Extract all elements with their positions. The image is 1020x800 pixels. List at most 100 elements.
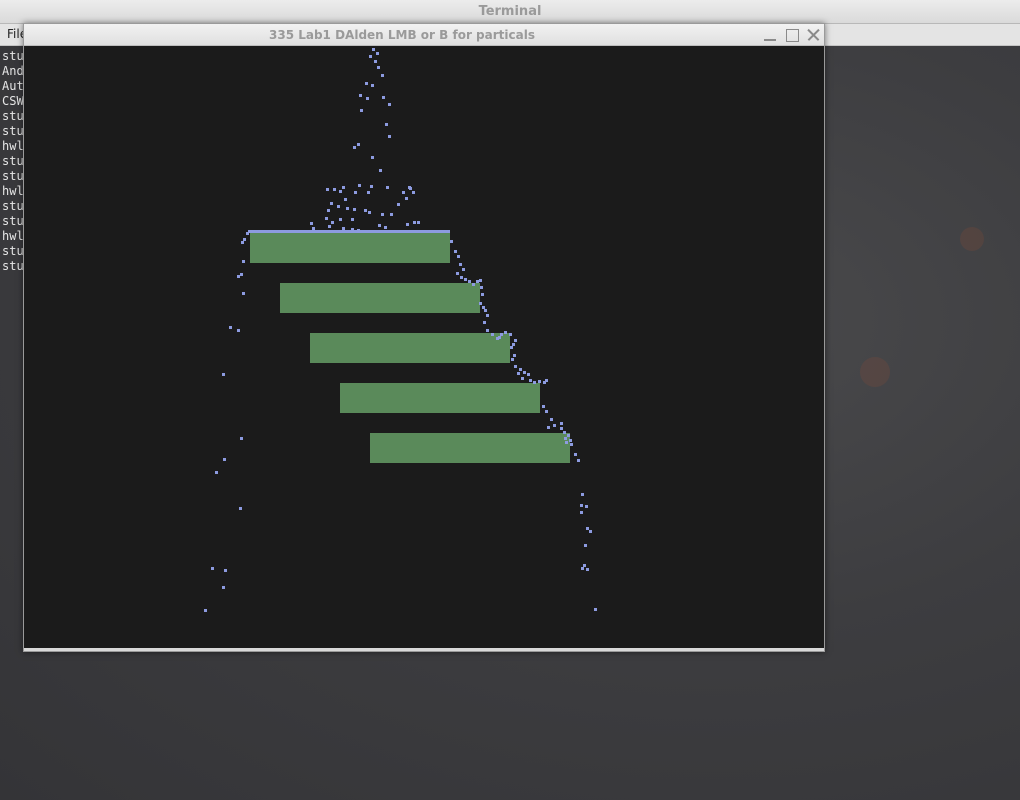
terminal-line: hwl [2, 139, 24, 153]
terminal-line: CSW [2, 94, 24, 108]
particle [381, 74, 384, 77]
particle [511, 358, 514, 361]
particle [513, 354, 516, 357]
particle [358, 184, 361, 187]
app-titlebar[interactable]: 335 Lab1 DAlden LMB or B for particals [24, 24, 824, 46]
particle [586, 568, 589, 571]
terminal-line: And [2, 64, 24, 78]
particle [215, 471, 218, 474]
terminal-line: stu [2, 109, 24, 123]
particle [331, 221, 334, 224]
particle [366, 97, 369, 100]
particle [409, 187, 412, 190]
particle [454, 250, 457, 253]
terminal-line: hwl [2, 229, 24, 243]
particle [514, 365, 517, 368]
particle [353, 208, 356, 211]
particle [581, 567, 584, 570]
particle [514, 339, 517, 342]
minimize-icon[interactable] [762, 27, 778, 43]
particle [450, 240, 453, 243]
particle [353, 146, 356, 149]
terminal-line: stu [2, 244, 24, 258]
maximize-icon[interactable] [784, 27, 800, 43]
particle [462, 268, 465, 271]
particle [229, 326, 232, 329]
particle [464, 278, 467, 281]
particle [378, 224, 381, 227]
particle [364, 209, 367, 212]
close-icon[interactable] [805, 27, 821, 43]
platform-block [310, 333, 510, 363]
particle [344, 198, 347, 201]
particle [581, 493, 584, 496]
particle [569, 439, 572, 442]
particle [351, 228, 354, 231]
terminal-line: stu [2, 49, 24, 63]
particle [369, 55, 372, 58]
particle [223, 458, 226, 461]
particle [330, 202, 333, 205]
particle [381, 213, 384, 216]
terminal-titlebar: Terminal [0, 0, 1020, 24]
particle [325, 217, 328, 220]
particle-canvas[interactable] [24, 46, 824, 649]
platform-block [250, 233, 450, 263]
particle [351, 218, 354, 221]
particle [542, 405, 545, 408]
particle [388, 103, 391, 106]
particle [483, 321, 486, 324]
particle [371, 156, 374, 159]
background-glow [960, 227, 984, 251]
particle [517, 372, 520, 375]
particle [388, 135, 391, 138]
particle [567, 434, 570, 437]
particle [239, 507, 242, 510]
particle [468, 280, 471, 283]
particle [342, 227, 345, 230]
particle [584, 544, 587, 547]
particle [346, 230, 349, 233]
platform-block [340, 383, 540, 413]
particle [457, 255, 460, 258]
platform-block [280, 283, 480, 313]
particle [498, 336, 501, 339]
particle [397, 203, 400, 206]
particle [312, 227, 315, 230]
particle [357, 229, 360, 232]
platform-block [370, 433, 570, 463]
particle [533, 381, 536, 384]
particle [384, 226, 387, 229]
particle [339, 190, 342, 193]
particle [377, 66, 380, 69]
particle-layer [248, 230, 450, 233]
particle [580, 511, 583, 514]
background-glow [860, 357, 890, 387]
particle [560, 422, 563, 425]
particle [491, 333, 494, 336]
particle [354, 191, 357, 194]
particle [523, 371, 526, 374]
particle [484, 309, 487, 312]
terminal-line: stu [2, 124, 24, 138]
particle [563, 431, 566, 434]
app-window[interactable]: 335 Lab1 DAlden LMB or B for particals [23, 23, 825, 652]
particle [413, 221, 416, 224]
particle [242, 260, 245, 263]
particle [386, 186, 389, 189]
particle [585, 505, 588, 508]
particle [547, 426, 550, 429]
app-window-bottom-border [24, 648, 824, 651]
particle [382, 96, 385, 99]
particle [577, 459, 580, 462]
particle [339, 218, 342, 221]
particle [222, 586, 225, 589]
particle [374, 60, 377, 63]
terminal-line: stu [2, 199, 24, 213]
particle [545, 379, 548, 382]
particle [479, 302, 482, 305]
terminal-line: stu [2, 169, 24, 183]
particle [412, 191, 415, 194]
particle [481, 293, 484, 296]
particle [310, 222, 313, 225]
